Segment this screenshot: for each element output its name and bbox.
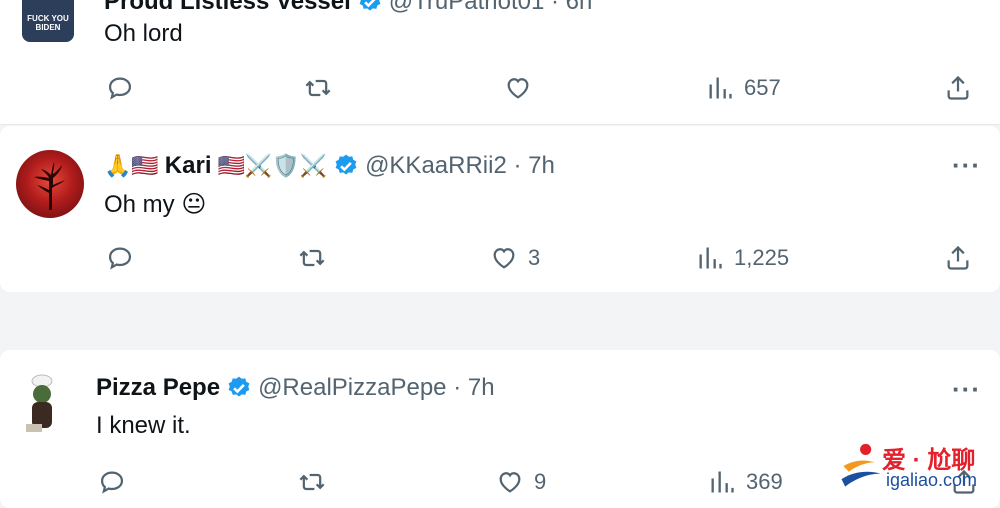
- views-button[interactable]: 1,225: [696, 244, 789, 272]
- views-icon: [699, 247, 722, 269]
- repost-button[interactable]: [298, 244, 336, 272]
- repost-icon: [299, 249, 325, 267]
- pepe-chef-icon: [26, 374, 53, 432]
- repost-button[interactable]: [298, 468, 336, 496]
- views-icon: [709, 77, 732, 99]
- tweet-text: Oh my 😐: [104, 191, 207, 218]
- like-button[interactable]: [504, 74, 542, 102]
- watermark: 爱 · 尬聊 igaliao.com: [836, 440, 996, 496]
- display-name[interactable]: Kari: [165, 152, 212, 180]
- like-count: 3: [528, 245, 541, 270]
- more-icon[interactable]: ···: [952, 150, 981, 181]
- name-suffix-emoji: 🇺🇸⚔️🛡️⚔️: [217, 153, 328, 178]
- views-button[interactable]: 657: [706, 74, 781, 102]
- handle[interactable]: @KKaaRRii2 · 7h: [365, 152, 555, 180]
- share-button[interactable]: [944, 244, 972, 272]
- tweet-2[interactable]: 🙏🇺🇸 Kari 🇺🇸⚔️🛡️⚔️ @KKaaRRii2 · 7h ··· Oh…: [0, 126, 1000, 292]
- like-button[interactable]: 3: [490, 244, 540, 272]
- views-count: 1,225: [734, 245, 790, 270]
- verified-icon: [335, 154, 357, 175]
- views-icon: [711, 471, 734, 493]
- like-button[interactable]: 9: [496, 468, 546, 496]
- reply-button[interactable]: [98, 468, 136, 496]
- like-icon: [507, 78, 529, 99]
- repost-icon: [299, 473, 325, 491]
- views-count: 657: [744, 75, 781, 100]
- watermark-url: igaliao.com: [886, 470, 978, 490]
- tweet-1[interactable]: FUCK YOU BIDEN Proud Listless Vessel @Tr…: [0, 0, 1000, 125]
- repost-icon: [305, 79, 331, 97]
- share-icon: [947, 245, 969, 270]
- like-icon: [499, 472, 521, 493]
- views-count: 369: [746, 469, 783, 494]
- share-icon: [947, 75, 969, 100]
- display-name[interactable]: Proud Listless Vessel: [104, 0, 351, 16]
- verified-icon: [228, 376, 250, 397]
- handle[interactable]: @TruPatriot01 · 6h: [389, 0, 593, 16]
- reply-icon: [108, 247, 132, 270]
- avatar[interactable]: [16, 150, 84, 218]
- display-name[interactable]: Pizza Pepe: [96, 374, 220, 402]
- like-count: 9: [534, 469, 547, 494]
- share-button[interactable]: [944, 74, 972, 102]
- tweet-text: I knew it.: [96, 412, 191, 439]
- avatar[interactable]: FUCK YOU BIDEN: [22, 0, 74, 42]
- runner-logo-icon: [841, 443, 881, 487]
- tweet-text: Oh lord: [104, 20, 183, 47]
- name-prefix-emoji: 🙏🇺🇸: [104, 153, 159, 178]
- reply-icon: [108, 77, 132, 100]
- reply-button[interactable]: [106, 244, 144, 272]
- reply-icon: [100, 471, 124, 494]
- more-icon[interactable]: ···: [952, 374, 981, 405]
- verified-icon: [359, 0, 381, 11]
- views-button[interactable]: 369: [708, 468, 783, 496]
- like-icon: [493, 248, 515, 269]
- avatar[interactable]: [16, 372, 68, 436]
- reply-button[interactable]: [106, 74, 144, 102]
- repost-button[interactable]: [304, 74, 342, 102]
- tree-icon: [34, 162, 65, 210]
- avatar-text: FUCK YOU BIDEN: [27, 14, 69, 32]
- handle[interactable]: @RealPizzaPepe · 7h: [258, 374, 494, 402]
